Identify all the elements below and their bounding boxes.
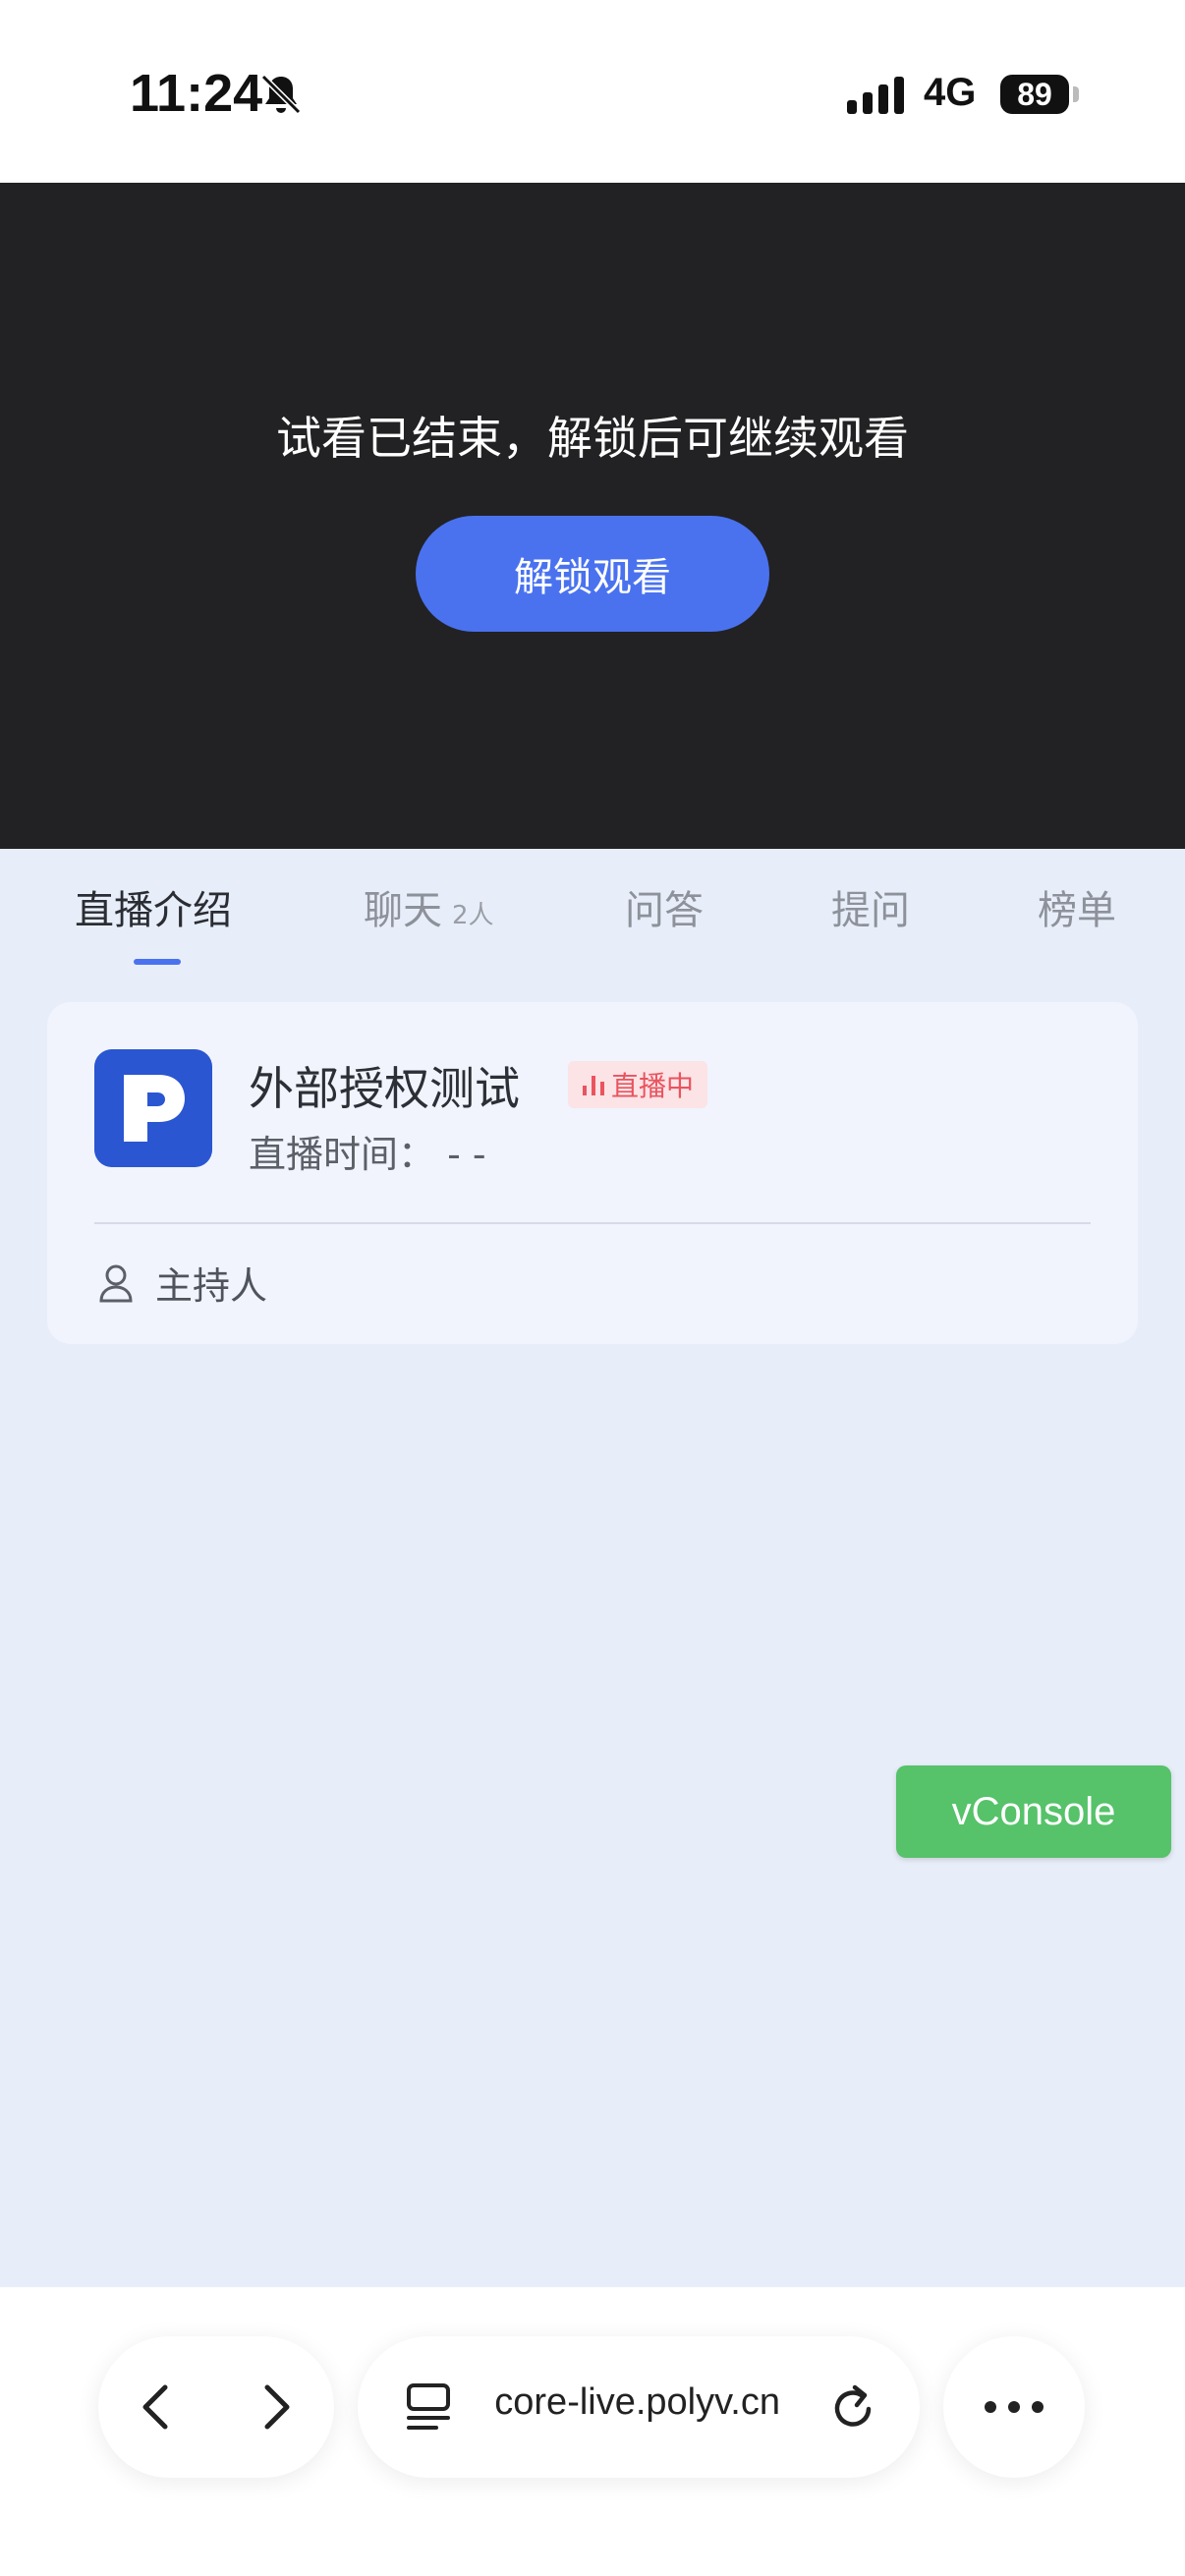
battery-icon: 89 — [1000, 75, 1069, 114]
user-icon — [99, 1264, 133, 1302]
address-bar[interactable]: core-live.polyv.cn — [358, 2336, 920, 2478]
host-label: 主持人 — [155, 1264, 268, 1308]
live-status-badge: 直播中 — [568, 1061, 708, 1108]
forward-icon[interactable] — [246, 2378, 305, 2436]
tab-ranking[interactable]: 榜单 — [1038, 878, 1116, 935]
bell-muted-icon — [260, 74, 302, 115]
tabs-icon[interactable] — [403, 2381, 454, 2433]
live-badge-label: 直播中 — [611, 1070, 695, 1102]
more-icon[interactable] — [981, 2391, 1047, 2423]
host-row: 主持人 — [98, 1256, 267, 1310]
tab-chat-label: 聊天 — [364, 888, 442, 933]
vconsole-button[interactable]: vConsole — [896, 1765, 1171, 1858]
signal-icon — [847, 77, 904, 114]
channel-title: 外部授权测试 — [249, 1062, 520, 1115]
tab-bar: 直播介绍 聊天 2人 问答 提问 榜单 — [0, 849, 1185, 977]
live-time: 直播时间： - - — [249, 1133, 486, 1176]
polyv-logo — [94, 1049, 212, 1167]
reload-icon[interactable] — [825, 2380, 880, 2435]
status-bar: 11:24 4G 89 — [0, 0, 1185, 183]
card-divider — [94, 1222, 1091, 1224]
back-icon[interactable] — [128, 2378, 187, 2436]
video-player[interactable]: 试看已结束，解锁后可继续观看 解锁观看 — [0, 183, 1185, 849]
tab-chat-count: 2人 — [452, 901, 494, 930]
channel-info-card: 外部授权测试 直播中 直播时间： - - 主持人 — [47, 1002, 1138, 1344]
network-label: 4G — [924, 71, 977, 114]
tab-chat[interactable]: 聊天 2人 — [364, 878, 494, 935]
live-bars-icon — [583, 1076, 604, 1095]
active-tab-indicator — [134, 959, 181, 965]
browser-toolbar: core-live.polyv.cn — [0, 2287, 1185, 2576]
tab-ask[interactable]: 提问 — [831, 878, 910, 935]
more-button[interactable] — [943, 2336, 1085, 2478]
unlock-button[interactable]: 解锁观看 — [416, 516, 769, 632]
tab-qa[interactable]: 问答 — [625, 878, 704, 935]
url-text[interactable]: core-live.polyv.cn — [485, 2381, 780, 2424]
nav-buttons — [98, 2336, 334, 2478]
tab-intro[interactable]: 直播介绍 — [75, 878, 232, 935]
battery-cap — [1073, 86, 1079, 102]
status-time: 11:24 — [130, 64, 263, 123]
trial-ended-message: 试看已结束，解锁后可继续观看 — [276, 412, 909, 465]
